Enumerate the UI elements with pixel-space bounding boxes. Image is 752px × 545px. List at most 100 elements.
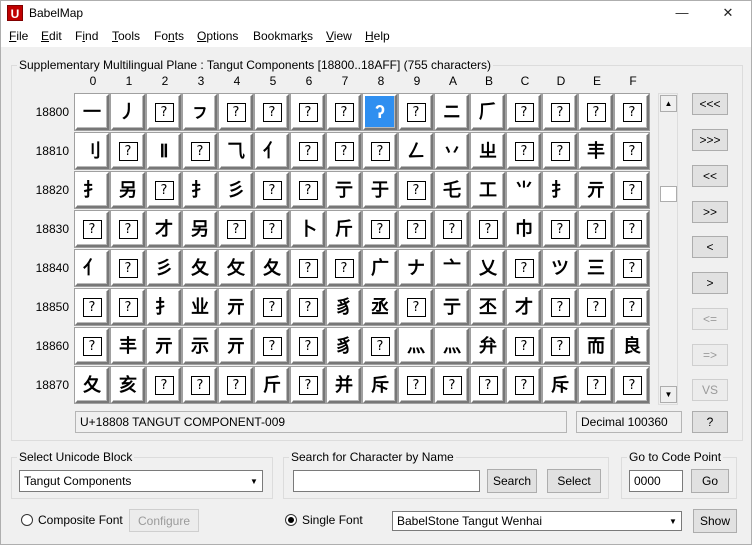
menu-item[interactable]: Fonts	[154, 29, 184, 43]
chevron-down-icon[interactable]: ▼	[245, 471, 262, 491]
character-cell[interactable]: 亻	[255, 133, 289, 169]
character-cell[interactable]: ㄥ	[399, 133, 433, 169]
nav-button[interactable]: >	[692, 272, 728, 294]
code-point-input[interactable]: 0000	[629, 470, 683, 492]
character-cell[interactable]: 扌	[183, 172, 217, 208]
composite-font-radio[interactable]	[21, 514, 33, 526]
character-cell[interactable]: ?	[291, 250, 325, 286]
character-cell[interactable]: ?	[363, 211, 397, 247]
nav-button[interactable]: <<<	[692, 93, 728, 115]
character-cell[interactable]: 亓	[579, 172, 613, 208]
character-cell[interactable]: ʔ	[363, 94, 397, 130]
character-cell[interactable]: 丰	[579, 133, 613, 169]
character-cell[interactable]: 刂	[75, 133, 109, 169]
character-cell[interactable]: ?	[183, 367, 217, 403]
character-cell[interactable]: ?	[399, 172, 433, 208]
scroll-down-icon[interactable]: ▼	[660, 386, 677, 403]
character-cell[interactable]: ?	[291, 367, 325, 403]
character-cell[interactable]: ?	[579, 289, 613, 325]
maximize-button[interactable]	[661, 1, 707, 26]
search-button[interactable]: Search	[487, 469, 537, 493]
character-cell[interactable]: 亻	[75, 250, 109, 286]
character-cell[interactable]: ?	[543, 211, 577, 247]
character-cell[interactable]: ?	[255, 172, 289, 208]
character-cell[interactable]: ?	[291, 133, 325, 169]
character-cell[interactable]: ニ	[435, 94, 469, 130]
single-font-radio[interactable]	[285, 514, 297, 526]
character-cell[interactable]: ?	[111, 289, 145, 325]
character-cell[interactable]: 并	[327, 367, 361, 403]
character-cell[interactable]: ?	[507, 250, 541, 286]
character-cell[interactable]: 才	[147, 211, 181, 247]
character-cell[interactable]: 另	[111, 172, 145, 208]
character-cell[interactable]: ⺘	[75, 172, 109, 208]
character-cell[interactable]: 丕	[471, 289, 505, 325]
nav-button[interactable]: <=	[692, 308, 728, 330]
character-cell[interactable]: ?	[327, 94, 361, 130]
character-cell[interactable]: Ⅱ	[147, 133, 181, 169]
character-cell[interactable]: 弁	[471, 328, 505, 364]
character-cell[interactable]: 亓	[219, 328, 253, 364]
character-cell[interactable]: ?	[507, 133, 541, 169]
character-cell[interactable]: 一	[75, 94, 109, 130]
character-cell[interactable]: ?	[363, 328, 397, 364]
menu-item[interactable]: Options	[197, 29, 238, 43]
character-cell[interactable]: ?	[615, 211, 649, 247]
nav-button[interactable]: =>	[692, 344, 728, 366]
character-cell[interactable]: ?	[75, 328, 109, 364]
character-cell[interactable]: ?	[255, 211, 289, 247]
character-cell[interactable]: ?	[507, 94, 541, 130]
select-button[interactable]: Select	[547, 469, 601, 493]
menu-item[interactable]: Edit	[41, 29, 62, 43]
character-cell[interactable]: 而	[579, 328, 613, 364]
character-cell[interactable]: 斤	[255, 367, 289, 403]
character-cell[interactable]: 夂	[75, 367, 109, 403]
character-cell[interactable]: ?	[363, 133, 397, 169]
character-cell[interactable]: 豸	[327, 289, 361, 325]
character-cell[interactable]: ?	[111, 211, 145, 247]
character-cell[interactable]: 夂	[183, 250, 217, 286]
menu-item[interactable]: View	[326, 29, 352, 43]
character-cell[interactable]: ?	[147, 94, 181, 130]
character-cell[interactable]: 斥	[543, 367, 577, 403]
character-cell[interactable]: ?	[507, 367, 541, 403]
character-cell[interactable]: ?	[471, 211, 505, 247]
character-cell[interactable]: ?	[579, 211, 613, 247]
character-cell[interactable]: ⺄	[219, 133, 253, 169]
character-cell[interactable]: 三	[579, 250, 613, 286]
character-cell[interactable]: ?	[183, 133, 217, 169]
character-cell[interactable]: ?	[291, 172, 325, 208]
character-cell[interactable]: ㄓ	[471, 133, 505, 169]
grid-scrollbar[interactable]: ▲ ▼	[658, 93, 678, 405]
character-cell[interactable]: 攵	[219, 250, 253, 286]
character-cell[interactable]: 彡	[147, 250, 181, 286]
character-cell[interactable]: ⺘	[147, 289, 181, 325]
character-cell[interactable]: 豸	[327, 328, 361, 364]
scroll-up-icon[interactable]: ▲	[660, 95, 677, 112]
character-cell[interactable]: ?	[543, 133, 577, 169]
character-cell[interactable]: 工	[471, 172, 505, 208]
menu-item[interactable]: Find	[75, 29, 98, 43]
character-cell[interactable]: ?	[615, 133, 649, 169]
character-cell[interactable]: ?	[291, 94, 325, 130]
character-cell[interactable]: 丷	[435, 133, 469, 169]
nav-button[interactable]: >>	[692, 201, 728, 223]
character-cell[interactable]: ?	[471, 367, 505, 403]
character-cell[interactable]: ?	[111, 133, 145, 169]
character-cell[interactable]: ?	[327, 133, 361, 169]
character-cell[interactable]: 丰	[111, 328, 145, 364]
character-cell[interactable]: 卜	[291, 211, 325, 247]
character-cell[interactable]: ?	[327, 250, 361, 286]
character-cell[interactable]: ?	[579, 367, 613, 403]
nav-button[interactable]: >>>	[692, 129, 728, 151]
character-cell[interactable]: ツ	[543, 250, 577, 286]
close-button[interactable]: ✕	[705, 1, 751, 26]
unicode-block-combo[interactable]: Tangut Components ▼	[19, 470, 263, 492]
character-cell[interactable]: ㇷ	[183, 94, 217, 130]
character-cell[interactable]: ?	[615, 172, 649, 208]
character-cell[interactable]: 才	[507, 289, 541, 325]
show-button[interactable]: Show	[693, 509, 737, 533]
character-cell[interactable]: 斥	[363, 367, 397, 403]
character-cell[interactable]: ?	[615, 250, 649, 286]
font-select-combo[interactable]: BabelStone Tangut Wenhai ▼	[392, 511, 682, 531]
